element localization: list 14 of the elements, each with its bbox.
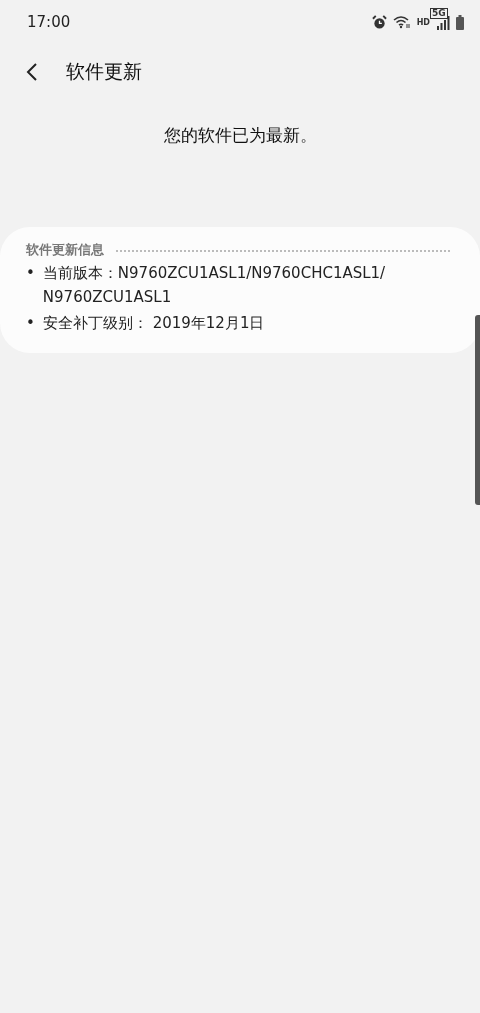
card-title: 软件更新信息	[26, 241, 104, 259]
hd-label: HD	[416, 17, 430, 27]
bullet: •	[26, 313, 35, 334]
page-title: 软件更新	[66, 59, 142, 84]
info-text: 安全补丁级别： 2019年12月1日	[42, 313, 265, 334]
bullet: •	[26, 263, 35, 284]
network-label: 5G	[430, 8, 448, 19]
status-message: 您的软件已为最新。	[162, 124, 318, 147]
battery-icon	[456, 14, 464, 30]
status-time: 17:00	[27, 13, 72, 31]
wifi-icon	[392, 15, 411, 29]
signal-icon	[436, 14, 450, 30]
alarm-icon	[371, 14, 387, 30]
info-text: 当前版本：N9760ZCU1ASL1/N9760CHC1ASL1/ N9760ZCU1ASL1	[42, 263, 387, 308]
